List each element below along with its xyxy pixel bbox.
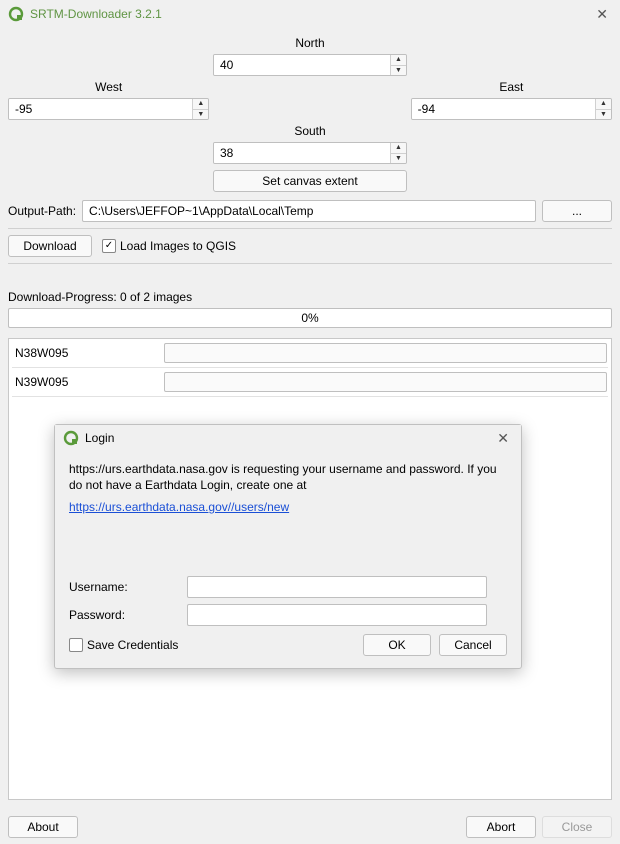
signup-link[interactable]: https://urs.earthdata.nasa.gov//users/ne… (69, 500, 289, 514)
east-spinbox[interactable]: ▲▼ (411, 98, 612, 120)
footer: About Abort Close (0, 816, 620, 838)
checkbox-icon[interactable] (69, 638, 83, 652)
progress-bar: 0% (8, 308, 612, 328)
west-spinbox[interactable]: ▲▼ (8, 98, 209, 120)
set-canvas-extent-button[interactable]: Set canvas extent (213, 170, 407, 192)
content-area: North ▲ ▼ West East (0, 28, 620, 800)
login-instruction: https://urs.earthdata.nasa.gov is reques… (69, 461, 507, 493)
close-icon[interactable]: ✕ (493, 430, 513, 447)
close-icon[interactable]: ✕ (592, 6, 612, 23)
load-images-label: Load Images to QGIS (120, 239, 236, 253)
separator (8, 228, 612, 229)
username-input[interactable] (187, 576, 487, 598)
chevron-down-icon[interactable]: ▼ (596, 110, 611, 120)
save-credentials-label: Save Credentials (87, 638, 178, 652)
west-input[interactable] (9, 99, 192, 119)
north-input[interactable] (214, 55, 390, 75)
output-path-label: Output-Path: (8, 204, 76, 218)
qgis-icon (63, 430, 79, 446)
dialog-footer: Save Credentials OK Cancel (69, 634, 507, 656)
east-input[interactable] (412, 99, 595, 119)
chevron-up-icon[interactable]: ▲ (391, 55, 406, 66)
qgis-icon (8, 6, 24, 22)
south-spinbox[interactable]: ▲▼ (213, 142, 407, 164)
list-item: N38W095 (9, 339, 611, 367)
download-row: Download ✓ Load Images to QGIS (8, 235, 612, 257)
password-row: Password: (69, 604, 507, 626)
output-path-row: Output-Path: ... (8, 200, 612, 222)
dialog-titlebar: Login ✕ (55, 425, 521, 451)
south-input[interactable] (214, 143, 390, 163)
list-item: N39W095 (9, 368, 611, 396)
titlebar: SRTM-Downloader 3.2.1 ✕ (0, 0, 620, 28)
extent-grid: North ▲ ▼ West East (8, 34, 612, 192)
chevron-up-icon[interactable]: ▲ (596, 99, 611, 110)
image-name: N38W095 (9, 346, 164, 360)
chevron-up-icon[interactable]: ▲ (391, 143, 406, 154)
load-images-checkbox[interactable]: ✓ Load Images to QGIS (102, 239, 236, 253)
dialog-title: Login (85, 431, 493, 445)
south-label: South (209, 122, 410, 140)
east-label: East (411, 78, 612, 96)
chevron-down-icon[interactable]: ▼ (391, 154, 406, 164)
window-title: SRTM-Downloader 3.2.1 (30, 7, 592, 21)
chevron-down-icon[interactable]: ▼ (193, 110, 208, 120)
ok-button[interactable]: OK (363, 634, 431, 656)
output-path-input[interactable] (82, 200, 536, 222)
progress-label: Download-Progress: 0 of 2 images (8, 290, 612, 304)
close-button[interactable]: Close (542, 816, 612, 838)
password-label: Password: (69, 608, 177, 622)
separator (8, 263, 612, 264)
about-button[interactable]: About (8, 816, 78, 838)
checkbox-icon[interactable]: ✓ (102, 239, 116, 253)
download-button[interactable]: Download (8, 235, 92, 257)
progress-percent: 0% (301, 311, 318, 325)
north-spin-buttons[interactable]: ▲ ▼ (390, 55, 406, 75)
west-label: West (8, 78, 209, 96)
username-row: Username: (69, 576, 507, 598)
save-credentials-checkbox[interactable]: Save Credentials (69, 638, 178, 652)
north-label: North (209, 34, 410, 52)
abort-button[interactable]: Abort (466, 816, 536, 838)
chevron-down-icon[interactable]: ▼ (391, 66, 406, 76)
north-spinbox[interactable]: ▲ ▼ (213, 54, 407, 76)
dialog-body: https://urs.earthdata.nasa.gov is reques… (55, 451, 521, 668)
item-progress (164, 343, 607, 363)
chevron-up-icon[interactable]: ▲ (193, 99, 208, 110)
cancel-button[interactable]: Cancel (439, 634, 507, 656)
username-label: Username: (69, 580, 177, 594)
browse-button[interactable]: ... (542, 200, 612, 222)
password-input[interactable] (187, 604, 487, 626)
item-progress (164, 372, 607, 392)
login-dialog: Login ✕ https://urs.earthdata.nasa.gov i… (54, 424, 522, 669)
main-window: SRTM-Downloader 3.2.1 ✕ North ▲ ▼ (0, 0, 620, 844)
image-name: N39W095 (9, 375, 164, 389)
